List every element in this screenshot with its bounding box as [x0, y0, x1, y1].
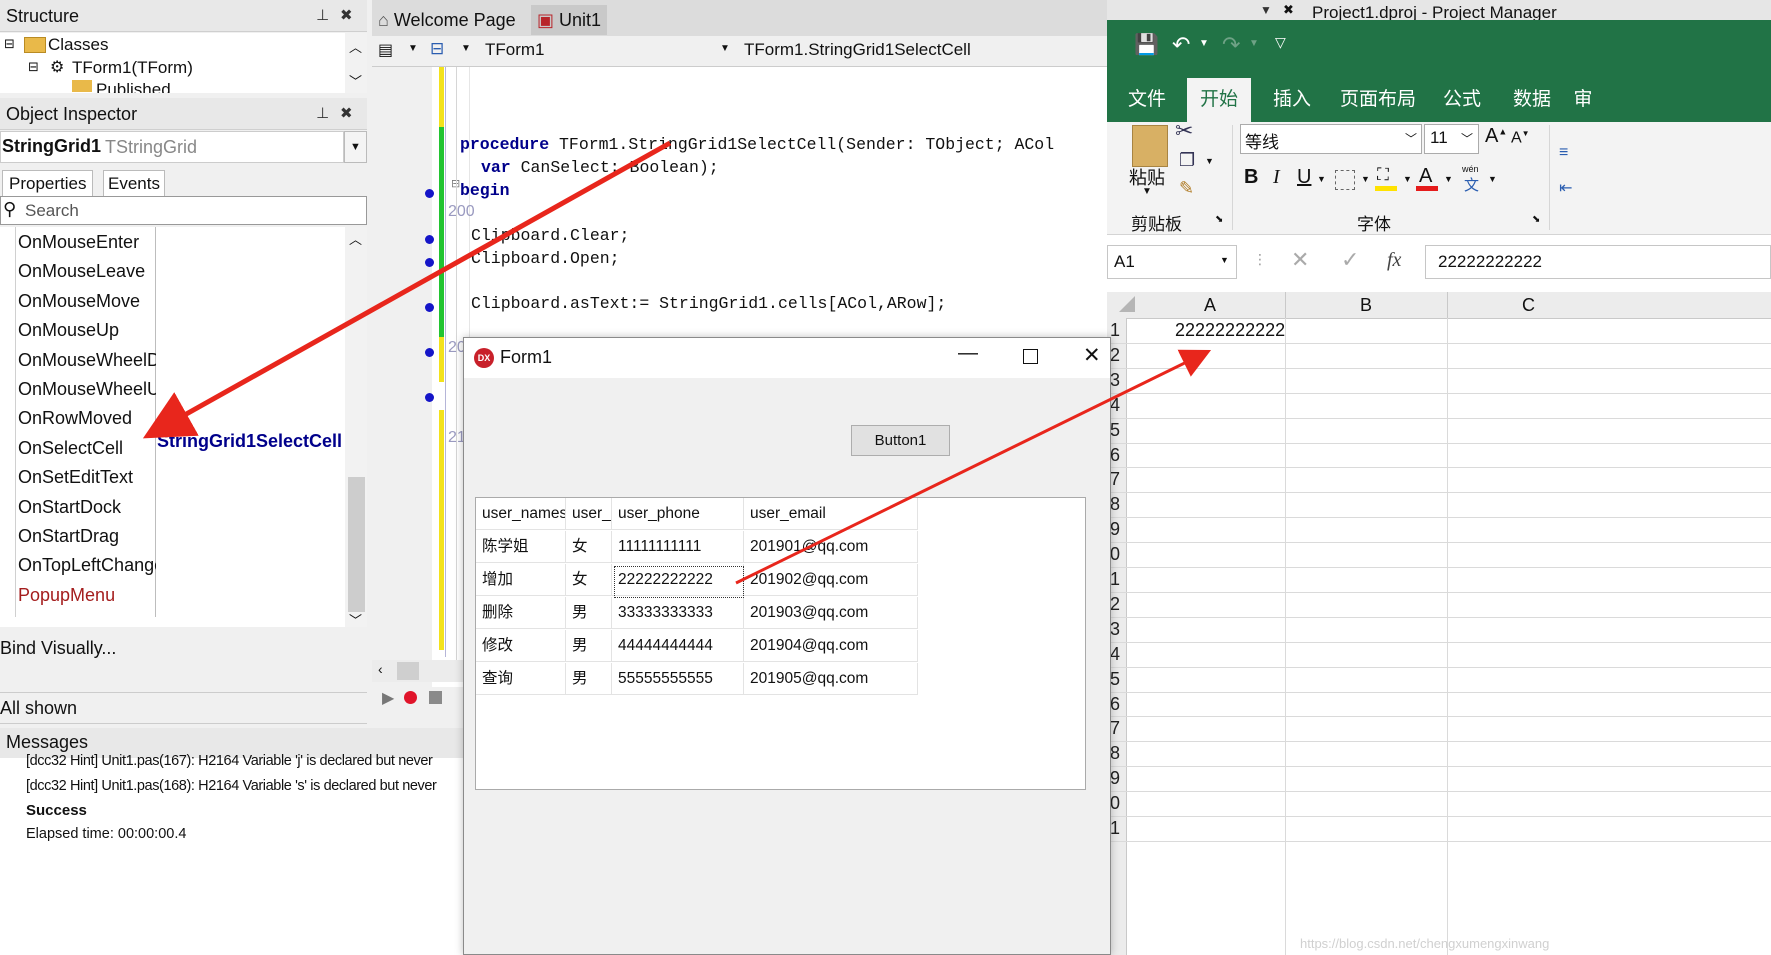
- ribbon-tab-2[interactable]: 插入: [1260, 78, 1324, 122]
- arrow-grid-to-excel: [735, 349, 1212, 585]
- ribbon-tab-3[interactable]: 页面布局: [1330, 78, 1426, 122]
- ribbon-tab-5[interactable]: 数据: [1502, 78, 1562, 122]
- arrow-editor-to-inspector: [142, 140, 672, 439]
- ribbon-tab-6[interactable]: 审: [1568, 78, 1598, 122]
- ribbon-tab-4[interactable]: 公式: [1432, 78, 1492, 122]
- ribbon-tab-1[interactable]: 开始: [1187, 78, 1251, 122]
- ribbon-tab-0[interactable]: 文件: [1117, 78, 1177, 122]
- annotation-arrows: [142, 140, 1212, 585]
